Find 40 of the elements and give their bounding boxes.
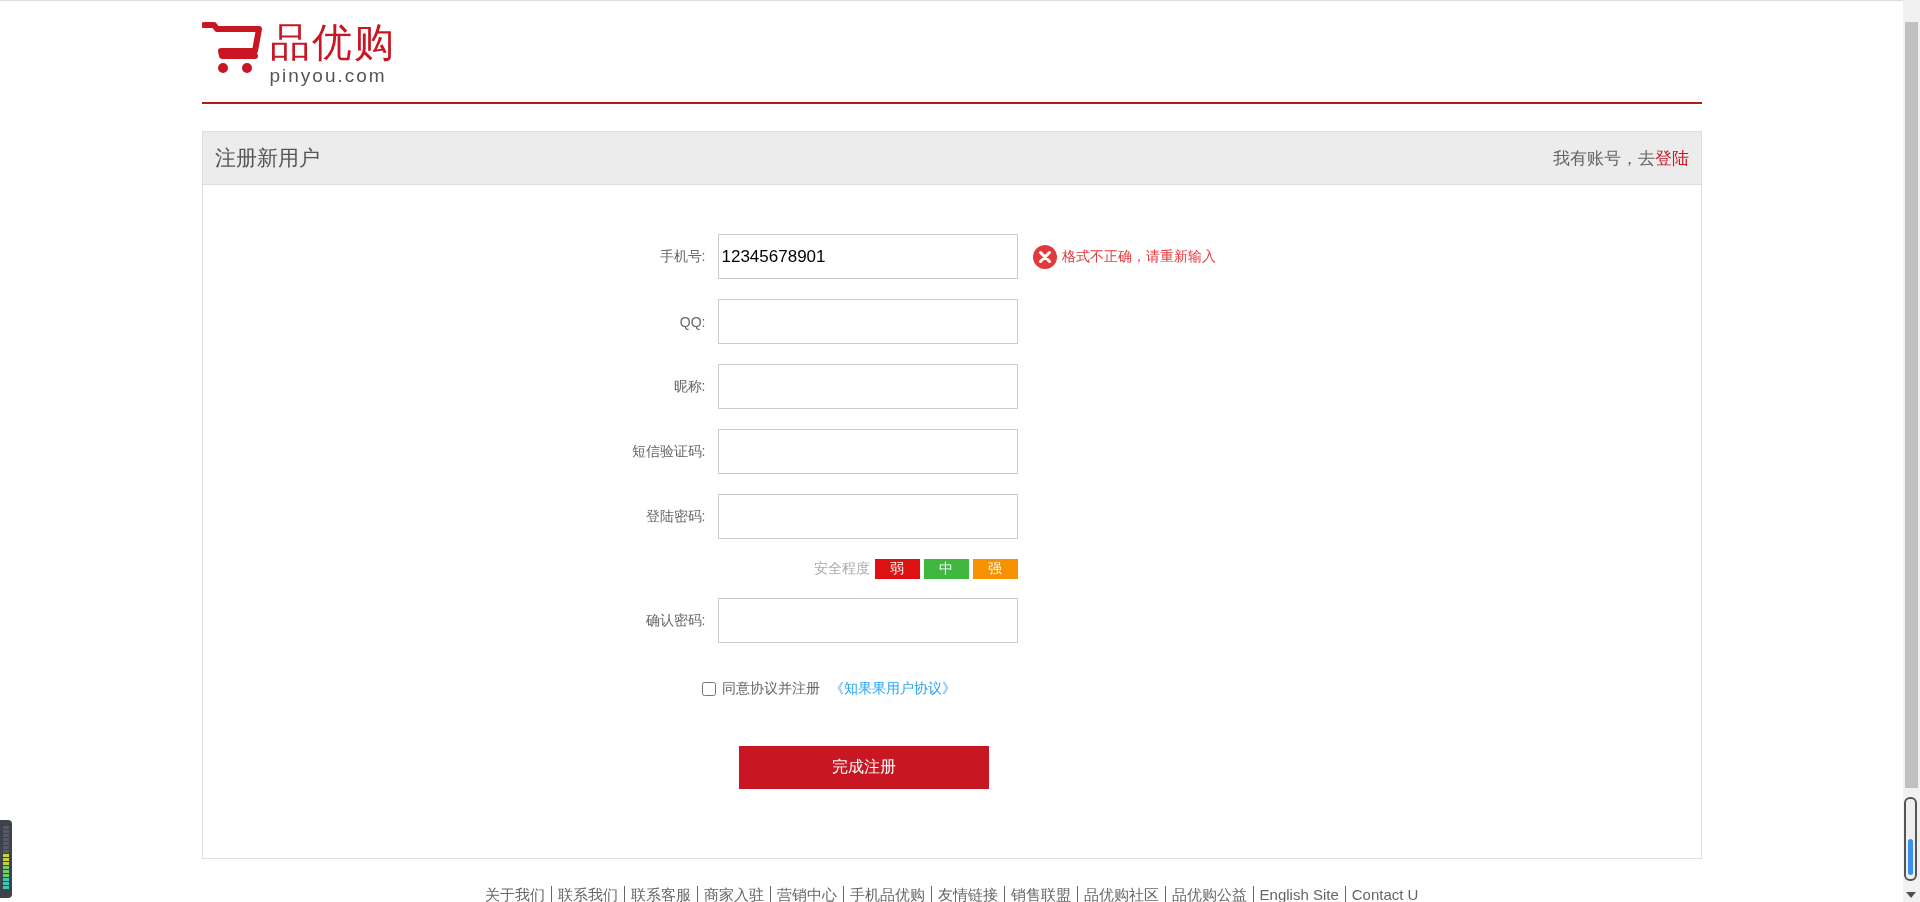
footer-link[interactable]: 联系客服	[623, 886, 697, 902]
footer-link[interactable]: 品优购公益	[1164, 886, 1253, 902]
field-label: 登陆密码:	[644, 507, 706, 526]
field-label: 确认密码:	[644, 611, 706, 630]
footer-link[interactable]: 销售联盟	[1003, 886, 1077, 902]
panel-title: 注册新用户	[214, 145, 320, 171]
footer-link[interactable]: 联系我们	[550, 886, 624, 902]
field-label: 手机号:	[658, 247, 706, 266]
scroll-down-icon[interactable]	[1906, 892, 1916, 898]
error-icon	[1032, 244, 1057, 269]
footer-link[interactable]: 营销中心	[769, 886, 843, 902]
login-prompt: 我有账号，去	[1552, 148, 1655, 168]
agree-text: 同意协议并注册	[721, 680, 820, 698]
logo-domain: pinyou.com	[269, 65, 388, 87]
field-label: 短信验证码:	[630, 442, 706, 461]
input-field[interactable]	[717, 299, 1018, 344]
field-label: QQ:	[678, 313, 706, 330]
input-field[interactable]	[717, 364, 1018, 409]
footer-link[interactable]: Contact U	[1344, 886, 1425, 902]
footer-link[interactable]: 品优购社区	[1076, 886, 1165, 902]
scrollbar-thumb[interactable]	[1905, 22, 1918, 788]
footer-link[interactable]: 商家入驻	[696, 886, 770, 902]
input-field[interactable]: 12345678901	[717, 234, 1018, 279]
submit-button[interactable]: 完成注册	[738, 746, 989, 789]
error-message: 格式不正确，请重新输入	[1061, 247, 1216, 266]
scrollbar[interactable]	[1903, 0, 1920, 902]
strength-level: 强	[972, 559, 1018, 579]
logo-title: 品优购	[269, 19, 396, 65]
footer-link[interactable]: 关于我们	[478, 886, 551, 902]
strength-label: 安全程度	[813, 560, 870, 578]
input-field[interactable]	[717, 429, 1018, 474]
input-field[interactable]	[717, 494, 1018, 539]
login-link[interactable]: 登陆	[1654, 148, 1689, 168]
strength-level: 弱	[874, 559, 920, 579]
footer-link[interactable]: 友情链接	[930, 886, 1004, 902]
footer-link[interactable]: 手机品优购	[842, 886, 931, 902]
agree-checkbox[interactable]	[701, 682, 716, 696]
strength-level: 中	[923, 559, 969, 579]
field-label: 昵称:	[672, 377, 706, 396]
input-field[interactable]	[717, 598, 1018, 643]
